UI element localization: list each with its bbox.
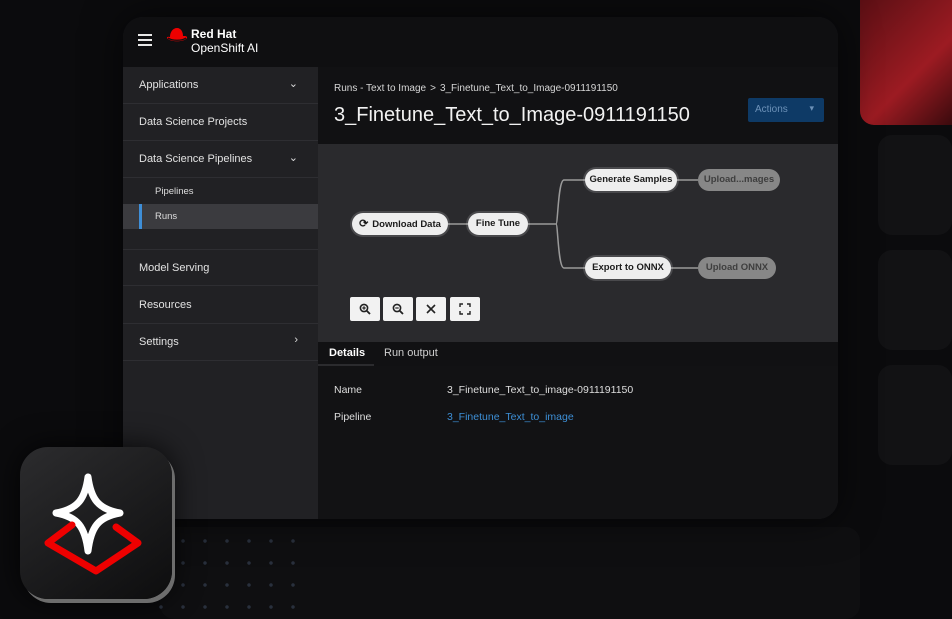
sidebar-item-settings[interactable]: Settings › [123, 324, 318, 361]
sidebar-item-applications[interactable]: Applications ⌄ [123, 67, 318, 104]
background-decoration [878, 365, 952, 465]
node-label: Generate Samples [589, 174, 673, 185]
actions-button-label: Actions [755, 104, 788, 115]
background-decoration [878, 250, 952, 350]
sidebar-item-data-science-projects[interactable]: Data Science Projects [123, 104, 318, 141]
sidebar-subitem-label: Pipelines [155, 186, 194, 197]
actions-button[interactable]: Actions ▾ [748, 98, 824, 122]
sidebar-item-label: Data Science Pipelines [139, 153, 253, 165]
sidebar-subitem-pipelines[interactable]: Pipelines [123, 179, 318, 204]
chevron-down-icon: ⌄ [288, 152, 298, 164]
node-label: Export to ONNX [592, 262, 664, 273]
node-label: Fine Tune [475, 218, 521, 229]
sidebar-item-data-science-pipelines[interactable]: Data Science Pipelines ⌄ [123, 141, 318, 178]
details-panel: Name 3_Finetune_Text_to_image-0911191150… [318, 366, 838, 519]
sync-icon: ⟳ [359, 218, 369, 230]
sidebar-item-resources[interactable]: Resources [123, 287, 318, 324]
pipeline-node-download-data[interactable]: ⟳ Download Data [352, 213, 448, 235]
brand-line-1: Red Hat [191, 27, 237, 41]
name-value: 3_Finetune_Text_to_image-0911191150 [447, 384, 634, 396]
brand-line-2: OpenShift AI [191, 41, 259, 55]
pipeline-node-generate-samples[interactable]: Generate Samples [585, 169, 677, 191]
zoom-out-icon[interactable] [383, 297, 413, 321]
node-label: Upload ONNX [705, 262, 769, 273]
sidebar-item-label: Applications [139, 79, 199, 91]
breadcrumb: Runs - Text to Image >3_Finetune_Text_to_… [334, 83, 618, 94]
pipeline-node-fine-tune[interactable]: Fine Tune [468, 213, 528, 235]
breadcrumb-link-runs[interactable]: Runs - Text to Image [334, 83, 426, 94]
app-window: Red Hat OpenShift AI Applications ⌄ Data… [123, 17, 838, 519]
tab-details[interactable]: Details [329, 347, 365, 359]
name-label: Name [334, 384, 363, 396]
fit-to-screen-icon[interactable] [416, 297, 446, 321]
pipeline-node-export-to-onnx[interactable]: Export to ONNX [585, 257, 671, 279]
expand-icon[interactable] [450, 297, 480, 321]
chevron-right-icon: › [294, 334, 298, 346]
masthead: Red Hat OpenShift AI [123, 17, 838, 67]
breadcrumb-current: 3_Finetune_Text_to_Image-0911191150 [439, 83, 618, 94]
sidebar-item-label: Resources [139, 299, 192, 311]
sidebar-subitem-runs[interactable]: Runs [123, 204, 318, 229]
tab-run-output[interactable]: Run output [384, 347, 438, 359]
background-decoration [878, 135, 952, 235]
node-label: Upload...mages [703, 174, 775, 185]
pipeline-link[interactable]: 3_Finetune_Text_to_image [447, 411, 574, 423]
pipeline-graph[interactable]: ⟳ Download Data Fine Tune Generate Sample… [318, 144, 838, 342]
page-header: Runs - Text to Image >3_Finetune_Text_to_… [318, 67, 838, 144]
breadcrumb-separator: > [430, 83, 436, 94]
main-content: Runs - Text to Image >3_Finetune_Text_to_… [318, 67, 838, 519]
chevron-down-icon: ⌄ [288, 78, 298, 90]
pipeline-node-upload-onnx[interactable]: Upload ONNX [698, 257, 776, 279]
caret-down-icon: ▾ [809, 103, 814, 113]
node-label: Download Data [372, 219, 441, 230]
sidebar-subitem-label: Runs [155, 211, 178, 222]
zoom-in-icon[interactable] [350, 297, 380, 321]
sidebar-item-model-serving[interactable]: Model Serving [123, 249, 318, 286]
sidebar-item-label: Model Serving [139, 262, 210, 274]
background-decoration [860, 0, 952, 125]
sidebar-item-label: Data Science Projects [139, 116, 248, 128]
red-hat-logo-icon [166, 28, 188, 42]
page-title: 3_Finetune_Text_to_Image-0911191150 [334, 104, 690, 126]
brand-name[interactable]: Red Hat OpenShift AI [191, 27, 258, 55]
sparkle-logo-icon [44, 473, 142, 575]
pipeline-label: Pipeline [334, 411, 372, 423]
pipeline-node-upload-images[interactable]: Upload...mages [698, 169, 780, 191]
openshift-ai-app-icon [20, 447, 172, 599]
sidebar-item-label: Settings [139, 336, 179, 348]
dot-pattern [150, 530, 310, 619]
hamburger-menu-icon[interactable] [138, 34, 152, 46]
tab-bar: Details Run output [318, 342, 838, 366]
